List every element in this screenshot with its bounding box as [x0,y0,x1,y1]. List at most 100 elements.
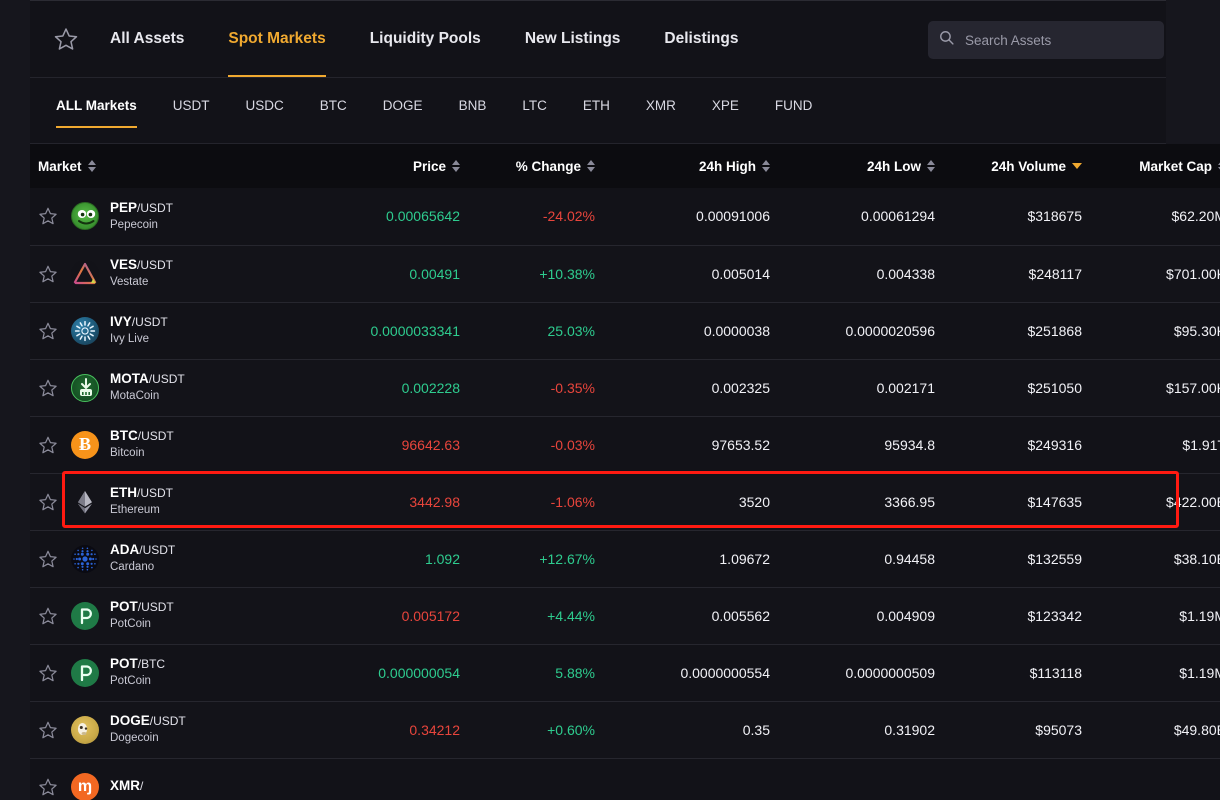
favorite-star-icon[interactable] [38,378,60,398]
favorite-star-icon[interactable] [38,321,60,341]
bitcoin-icon: Ƀ [71,430,99,459]
nav-item-delistings[interactable]: Delistings [642,1,760,77]
table-row[interactable]: VES/USDT Vestate 0.00491 +10.38% 0.005014 0.0… [30,245,1220,302]
cell-market-cap: $157.00K [1166,379,1220,396]
cell-price: 0.002228 [401,379,460,396]
market-tab-doge[interactable]: DOGE [365,96,441,116]
column-header-cap[interactable]: Market Cap [1090,144,1220,188]
table-row[interactable]: MOTA/USDT MotaCoin 0.002228 -0.35% 0.002325 0… [30,359,1220,416]
cell-change: -0.03% [550,436,595,453]
pair-base: MOTA [110,371,149,387]
favorite-star-icon[interactable] [38,777,60,797]
favorite-star-icon[interactable] [38,435,60,455]
column-header-label: Price [412,158,446,174]
nav-item-list: All Assets Spot Markets Liquidity Pools New… [88,1,761,77]
cell-24h-volume: $249316 [1027,436,1082,453]
market-tab-ltc[interactable]: LTC [504,96,565,116]
pair-base: ADA [110,542,140,558]
cell-market: DOGE/USDT Dogecoin [30,701,330,758]
coin-full-name: Cardano [110,561,155,574]
table-row[interactable]: PEP/USDT Pepecoin 0.00065642 -24.02% 0.00091… [30,188,1220,245]
cell-market-cap: $422.00B [1166,493,1220,510]
table-row[interactable]: Ƀ BTC/USDT Bitcoin 96642.63 -0.03% 97653.52 95… [30,416,1220,473]
cell-price: 1.092 [424,550,460,567]
coin-full-name: Bitcoin [110,447,145,460]
market-tab-usdc[interactable]: USDC [228,96,302,116]
cell-24h-high: 0.0000000554 [680,664,770,681]
pair-base: POT [110,656,138,672]
favorite-star-icon[interactable] [38,663,60,683]
market-tab-xpe[interactable]: XPE [694,96,757,116]
table-row[interactable]: POT/BTC PotCoin 0.000000054 5.88% 0.00000005… [30,644,1220,701]
coin-full-name: Ivy Live [110,333,149,346]
favorite-star-icon[interactable] [38,720,60,740]
market-tab-btc[interactable]: BTC [302,96,365,116]
cell-change: +0.60% [547,721,595,738]
sort-arrows-icon[interactable] [87,160,96,172]
market-tab-all-markets[interactable]: ALL Markets [38,96,155,128]
table-row[interactable]: ɱ XMR/ [30,758,1220,800]
cell-24h-volume: $318675 [1027,208,1082,225]
cell-24h-volume: $95073 [1035,721,1082,738]
monero-icon: ɱ [71,772,99,800]
coin-full-name: Dogecoin [110,732,159,745]
favorite-star-icon[interactable] [38,549,60,569]
cell-24h-high: 0.00091006 [696,208,770,225]
cell-market-cap: $62.20M [1171,208,1220,225]
market-tab-xmr[interactable]: XMR [628,96,694,116]
favorite-star-icon[interactable] [38,264,60,284]
sort-arrows-icon[interactable] [927,160,935,172]
nav-item-all-assets[interactable]: All Assets [88,1,206,77]
column-header-volume[interactable]: 24h Volume [935,144,1090,188]
table-body: PEP/USDT Pepecoin 0.00065642 -24.02% 0.00091… [30,188,1220,800]
cell-24h-volume: $113118 [1029,664,1082,681]
column-header-high[interactable]: 24h High [595,144,770,188]
column-header-market[interactable]: Market [30,144,330,188]
cardano-icon [71,544,99,573]
search-assets-box[interactable] [928,21,1164,59]
motacoin-icon [71,373,99,402]
cell-price: 0.0000033341 [370,322,460,339]
cell-24h-low: 3366.95 [884,493,935,510]
cell-market: PEP/USDT Pepecoin [30,188,330,245]
sort-arrows-icon[interactable] [762,160,770,172]
sort-arrows-icon[interactable] [587,160,595,172]
cell-market-cap: $49.80B [1173,721,1220,738]
column-header-label: Market Cap [1139,158,1212,174]
column-header-low[interactable]: 24h Low [770,144,935,188]
favorites-star-icon[interactable] [44,26,88,52]
cell-24h-volume: $248117 [1028,265,1082,282]
ethereum-icon [71,488,99,516]
pair-quote: /USDT [137,486,173,501]
market-tab-fund[interactable]: FUND [757,96,831,116]
favorite-star-icon[interactable] [38,606,60,626]
cell-price: 0.000000054 [378,664,460,681]
table-row[interactable]: IVY/USDT Ivy Live 0.0000033341 25.03% 0.0000… [30,302,1220,359]
market-tab-usdt[interactable]: USDT [155,96,228,116]
table-row[interactable]: ADA/USDT Cardano 1.092 +12.67% 1.09672 0.9445… [30,530,1220,587]
cell-24h-high: 0.005562 [711,607,770,624]
nav-item-spot-markets[interactable]: Spot Markets [206,1,347,77]
column-header-label: % Change [515,158,581,174]
cell-market-cap: $1.19M [1179,607,1220,624]
table-row[interactable]: POT/USDT PotCoin 0.005172 +4.44% 0.005562 0.0… [30,587,1220,644]
sort-desc-active-icon[interactable] [1072,163,1082,169]
cell-24h-high: 0.0000038 [703,322,770,339]
table-row[interactable]: DOGE/USDT Dogecoin 0.34212 +0.60% 0.35 0.3190… [30,701,1220,758]
column-header-price[interactable]: Price [330,144,460,188]
nav-item-new-listings[interactable]: New Listings [503,1,643,77]
cell-24h-volume: $132559 [1027,550,1082,567]
table-row[interactable]: ETH/USDT Ethereum 3442.98 -1.06% 3520 3366.95… [30,473,1220,530]
column-header-change[interactable]: % Change [460,144,595,188]
sort-arrows-icon[interactable] [452,160,460,172]
cell-24h-low: 0.0000000509 [845,664,935,681]
nav-item-liquidity-pools[interactable]: Liquidity Pools [348,1,503,77]
favorite-star-icon[interactable] [38,206,60,226]
cell-change: +4.44% [547,607,595,624]
market-tab-bnb[interactable]: BNB [441,96,505,116]
cell-24h-volume: $123342 [1027,607,1082,624]
pair-base: VES [110,257,138,273]
search-input[interactable] [965,32,1154,48]
market-tab-eth[interactable]: ETH [565,96,628,116]
favorite-star-icon[interactable] [38,492,60,512]
